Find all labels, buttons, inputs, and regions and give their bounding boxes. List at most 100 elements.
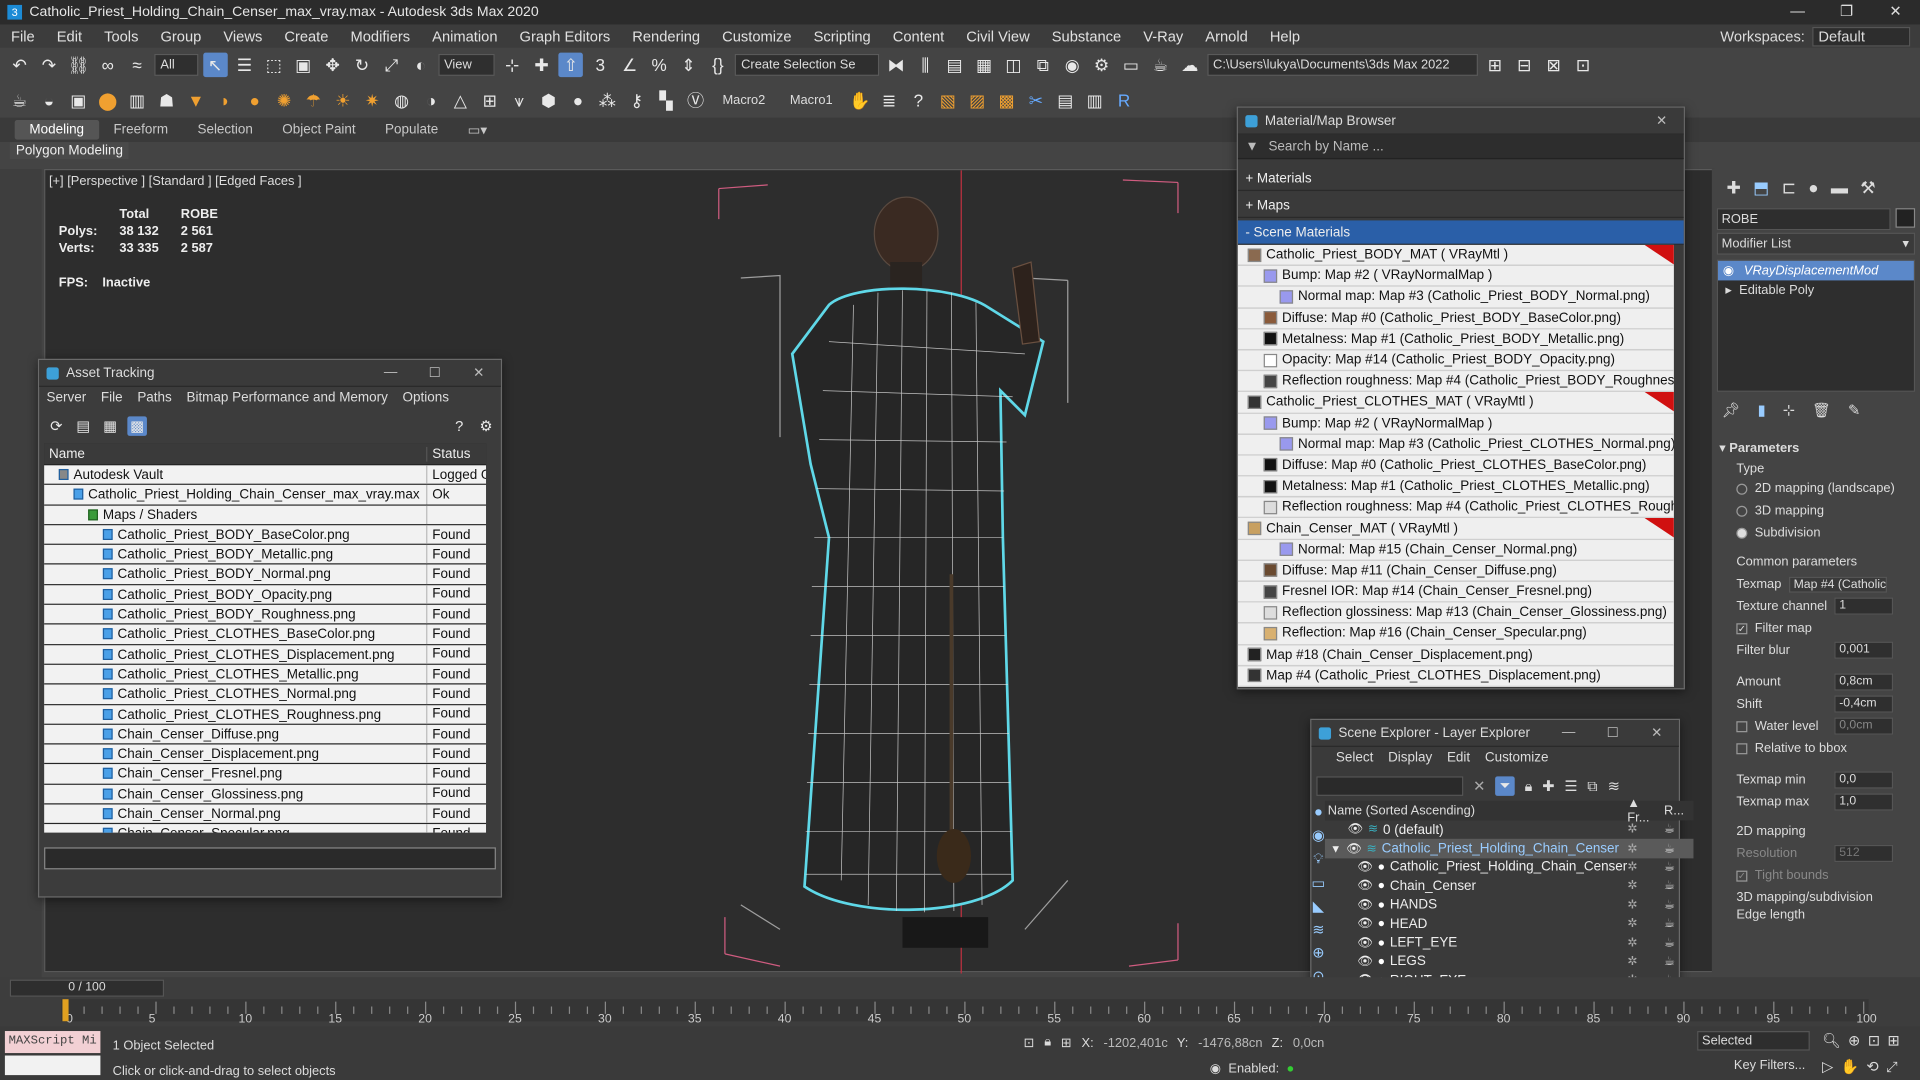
table-row[interactable]: Catholic_Priest_CLOTHES_Roughness.png Fou… <box>44 704 487 725</box>
help-icon[interactable]: ? <box>906 88 930 112</box>
menu-help[interactable]: Help <box>1259 28 1311 45</box>
enabled-dot-icon[interactable]: ● <box>1286 1062 1294 1077</box>
scene-tree-item[interactable]: 👁︎ ● HANDS ✲ ☕ <box>1325 896 1693 915</box>
freeze-icon[interactable]: ✲ <box>1627 823 1664 836</box>
table-row[interactable]: Maps / Shaders <box>44 505 487 526</box>
texture-channel-spinner[interactable]: 1 <box>1834 597 1894 615</box>
redo-icon[interactable]: ↷ <box>37 53 61 77</box>
col-render[interactable]: R... <box>1664 803 1693 818</box>
orbit-icon[interactable]: ⟲ <box>1866 1058 1878 1076</box>
eye-icon[interactable]: ◉ <box>1723 263 1734 278</box>
timeline-track[interactable]: 0 5 10 15 20 25 30 35 40 45 50 55 60 65 70 75 80 85 90 95 10… <box>0 977 1920 1026</box>
section-maps[interactable]: + Maps <box>1237 193 1684 218</box>
menu-scripting[interactable]: Scripting <box>803 28 882 45</box>
table-row[interactable]: Chain_Censer_Glossiness.png Found <box>44 784 487 805</box>
collapse-arrow-icon[interactable]: ▼ <box>1330 843 1341 855</box>
freeze-icon[interactable]: ✲ <box>1627 936 1664 949</box>
restore-icon[interactable]: ❐ <box>1822 0 1871 24</box>
reference-coord-dropdown[interactable]: View <box>437 53 496 76</box>
scene-tree-item[interactable]: 👁︎ ● LEGS ✲ ☕ <box>1325 952 1693 971</box>
table-row[interactable]: Chain_Censer_Specular.png Found <box>44 824 487 833</box>
detail-view-icon[interactable]: ▦ <box>100 416 120 436</box>
menu-tools[interactable]: Tools <box>93 28 149 45</box>
scene-tree-item[interactable]: 👁︎ ● HEAD ✲ ☕ <box>1325 915 1693 934</box>
table-row[interactable]: Catholic_Priest_BODY_Opacity.png Found <box>44 585 487 605</box>
visibility-eye-icon[interactable]: 👁︎ <box>1346 842 1362 855</box>
render-cloud-icon[interactable]: ☁ <box>1178 53 1202 77</box>
key-icon[interactable]: ⚷ <box>624 88 648 112</box>
close-icon[interactable]: ✕ <box>1871 0 1920 24</box>
texmap-min-spinner[interactable]: 0,0 <box>1834 771 1894 789</box>
modify-tab-icon[interactable]: ⬒ <box>1753 177 1769 198</box>
ribbon-tab-modeling[interactable]: Modeling <box>14 120 99 140</box>
remove-modifier-icon[interactable]: 🗑︎ <box>1812 402 1831 419</box>
helper-icon[interactable]: ☗ <box>154 88 178 112</box>
map-row[interactable]: Opacity: Map #14 (Catholic_Priest_BODY_O… <box>1237 350 1674 372</box>
mat-search[interactable]: ▼ Search by Name ... <box>1237 134 1684 160</box>
expand-arrow-icon[interactable]: ▸ <box>1725 283 1731 298</box>
map-row[interactable]: Bump: Map #2 ( VRayNormalMap ) <box>1237 265 1674 287</box>
motion-tab-icon[interactable]: ● <box>1808 178 1818 198</box>
vray-status-icon[interactable]: ◉ <box>1210 1062 1221 1077</box>
filter-blur-spinner[interactable]: 0,001 <box>1834 641 1894 659</box>
table-row[interactable]: Catholic_Priest_BODY_BaseColor.png Found <box>44 525 487 546</box>
spinner-snap-icon[interactable]: ⇕ <box>676 53 700 77</box>
list-view-icon[interactable]: ▤ <box>73 416 93 436</box>
make-unique-icon[interactable]: ⊹ <box>1783 402 1795 419</box>
grid-icon[interactable]: ⊞ <box>478 88 502 112</box>
proxy-icon[interactable]: ⬢ <box>536 88 560 112</box>
pan-icon[interactable]: ✋ <box>1841 1058 1859 1076</box>
open-project-icon[interactable]: ⊟ <box>1512 53 1536 77</box>
section-scene-materials[interactable]: - Scene Materials <box>1237 220 1684 245</box>
menu-v-ray[interactable]: V-Ray <box>1132 28 1194 45</box>
visibility-eye-icon[interactable]: 👁︎ <box>1357 861 1373 874</box>
map-row[interactable]: Metalness: Map #1 (Catholic_Priest_BODY_… <box>1237 329 1674 351</box>
map-row[interactable]: Normal: Map #15 (Chain_Censer_Normal.png… <box>1237 539 1674 561</box>
table-row[interactable]: Chain_Censer_Normal.png Found <box>44 804 487 825</box>
col-status[interactable]: Status <box>427 446 486 461</box>
material-icon[interactable]: ◑ <box>419 88 443 112</box>
col-name-sorted[interactable]: Name (Sorted Ascending) <box>1325 803 1627 818</box>
table-row[interactable]: Chain_Censer_Fresnel.png Found <box>44 764 487 785</box>
viewport-label[interactable]: [+] [Perspective ] [Standard ] [Edged Fa… <box>49 174 302 189</box>
x-field[interactable]: -1202,401c <box>1103 1035 1167 1050</box>
camera-icon[interactable]: △ <box>448 88 472 112</box>
table-row[interactable]: Autodesk Vault Logged Ou <box>44 465 487 486</box>
layers-icon[interactable]: ▥ <box>125 88 149 112</box>
ribbon-tab-object-paint[interactable]: Object Paint <box>268 120 371 140</box>
table-row[interactable]: Catholic_Priest_BODY_Roughness.png Found <box>44 604 487 625</box>
visibility-eye-icon[interactable]: 👁︎ <box>1357 898 1373 911</box>
material-sphere-icon[interactable]: ◍ <box>389 88 413 112</box>
render-teapot-icon[interactable]: ☕ <box>1664 880 1693 893</box>
display-geometry-icon[interactable]: ◉ <box>1312 827 1325 844</box>
display-helpers-icon[interactable]: ◣ <box>1313 898 1324 915</box>
shift-spinner[interactable]: -0,4cm <box>1834 695 1894 713</box>
set-project-icon[interactable]: ⊞ <box>1483 53 1507 77</box>
table-row[interactable]: Catholic_Priest_CLOTHES_BaseColor.png Fou… <box>44 624 487 645</box>
se-menu-customize[interactable]: Customize <box>1478 751 1556 768</box>
menu-rendering[interactable]: Rendering <box>621 28 711 45</box>
visibility-eye-icon[interactable]: 👁︎ <box>1357 955 1373 968</box>
geosphere-icon[interactable]: ✺ <box>272 88 296 112</box>
lock-selection-icon[interactable]: 🔒︎ <box>1044 1035 1051 1051</box>
project-path-dropdown[interactable]: C:\Users\lukya\Documents\3ds Max 2022 <box>1206 53 1478 76</box>
material-row[interactable]: Catholic_Priest_CLOTHES_MAT ( VRayMtl ) <box>1237 392 1674 414</box>
render-teapot-icon[interactable]: ☕ <box>1664 861 1693 874</box>
tool-icon[interactable]: ✂ <box>1024 88 1048 112</box>
grid2-icon[interactable]: ▤ <box>1053 88 1077 112</box>
table-row[interactable]: Chain_Censer_Displacement.png Found <box>44 744 487 765</box>
menu-file[interactable]: File <box>0 28 46 45</box>
zoom-extents-icon[interactable]: ⊡ <box>1868 1032 1880 1049</box>
isolate-icon[interactable]: ⊡ <box>1024 1035 1035 1050</box>
create-selection-set-dropdown[interactable]: Create Selection Se <box>735 53 879 76</box>
table-row[interactable]: Catholic_Priest_CLOTHES_Normal.png Found <box>44 684 487 705</box>
render-teapot-icon[interactable]: ☕ <box>1664 955 1693 968</box>
map-row[interactable]: Diffuse: Map #0 (Catholic_Priest_BODY_Ba… <box>1237 308 1674 330</box>
object-color-swatch[interactable] <box>1895 208 1916 228</box>
light-icon[interactable]: ✷ <box>360 88 384 112</box>
menu-group[interactable]: Group <box>149 28 212 45</box>
close-icon[interactable]: ✕ <box>457 365 501 381</box>
bind-spacewarp-icon[interactable]: ≈ <box>125 53 149 77</box>
cylinder-icon[interactable]: ⬤ <box>96 88 120 112</box>
map-row[interactable]: Fresnel IOR: Map #14 (Chain_Censer_Fresn… <box>1237 581 1674 603</box>
